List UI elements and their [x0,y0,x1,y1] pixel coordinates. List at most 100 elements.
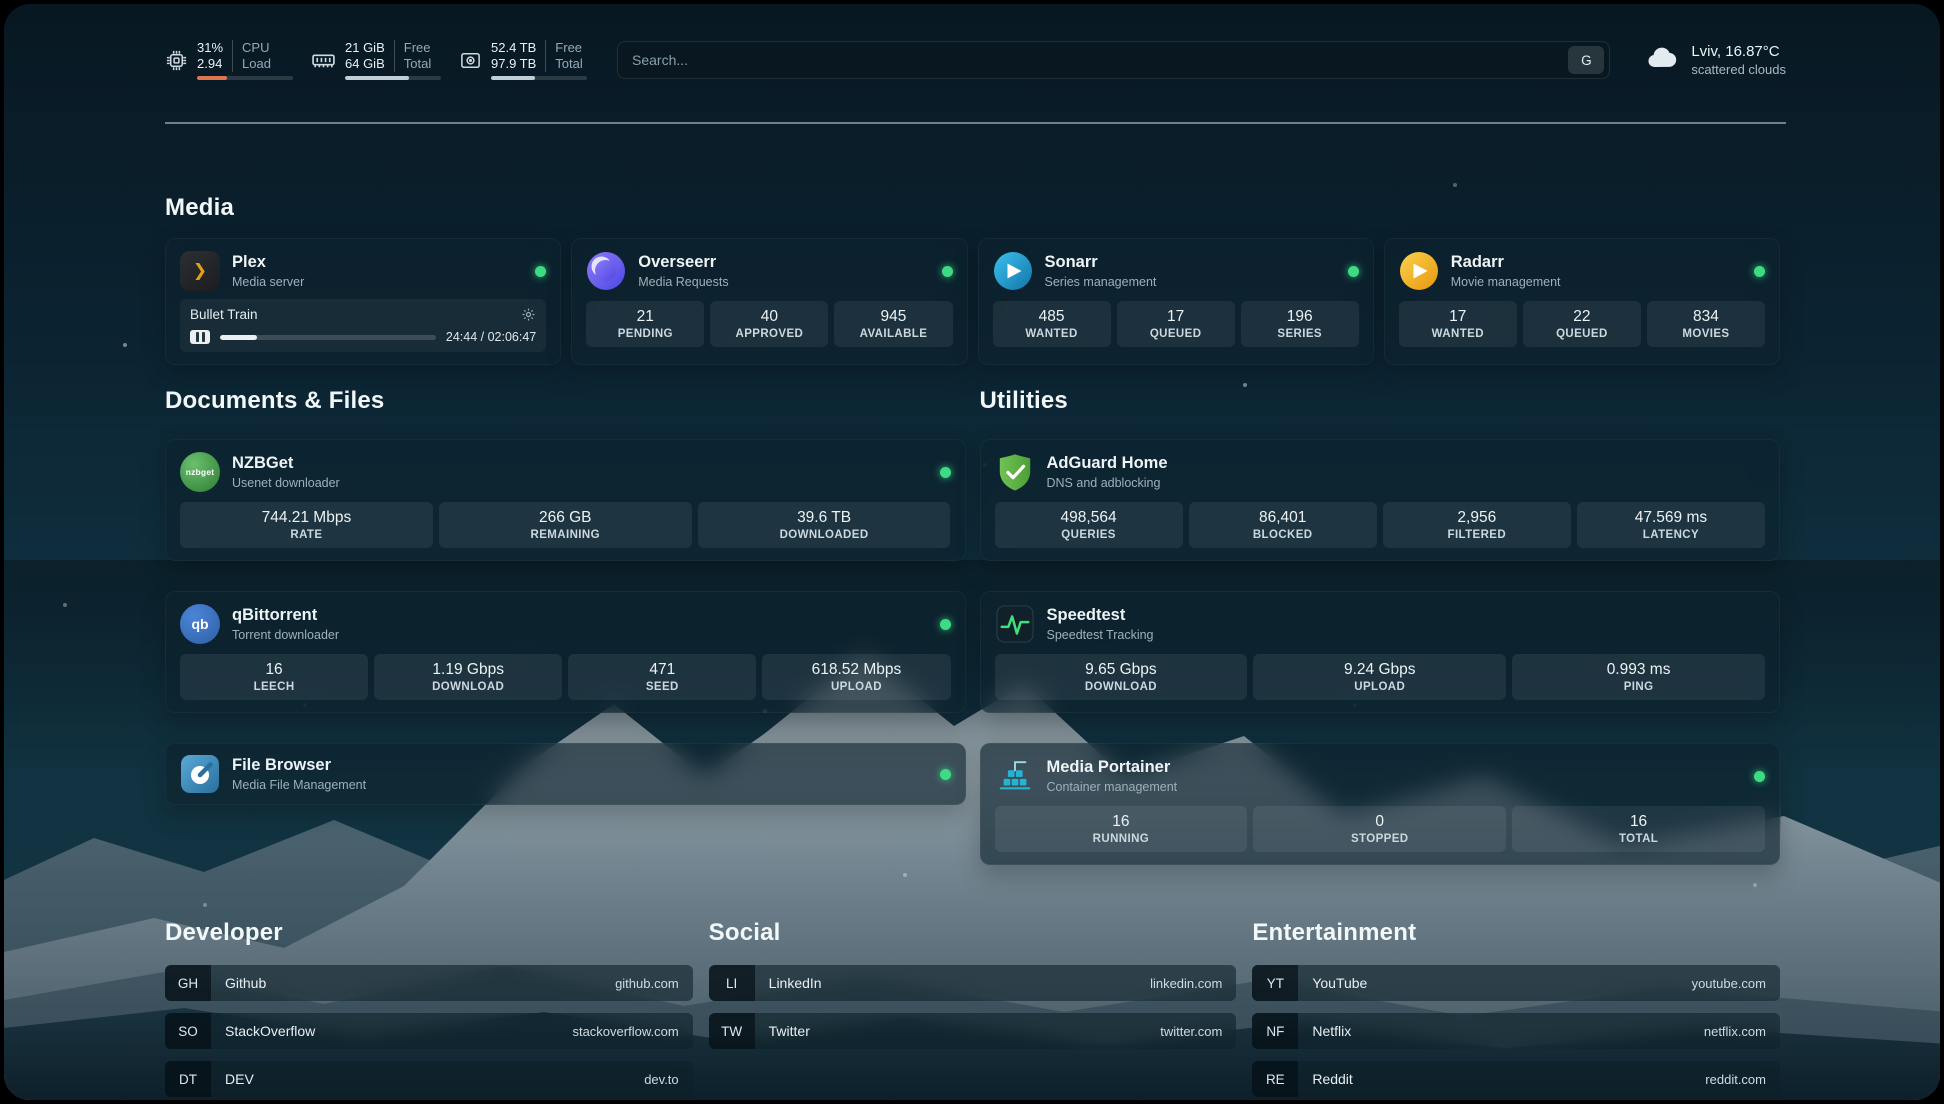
portainer-subtitle: Container management [1047,779,1178,795]
bookmark-abbr: NF [1252,1013,1298,1049]
overseerr-subtitle: Media Requests [638,274,728,290]
bookmark-stackoverflow[interactable]: SO StackOverflow stackoverflow.com [165,1013,693,1049]
stat-tile: 945 AVAILABLE [834,301,952,347]
memory-widget: 21 GiB 64 GiB Free Total [311,40,441,80]
bookmark-twitter[interactable]: TW Twitter twitter.com [709,1013,1237,1049]
bookmark-name: DEV [225,1071,254,1087]
stat-tile: 196 SERIES [1241,301,1359,347]
bookmark-name: Reddit [1312,1071,1352,1087]
bookmark-dev[interactable]: DT DEV dev.to [165,1061,693,1097]
overseerr-header: Overseerr Media Requests [586,251,952,291]
speedtest-icon [995,604,1035,644]
portainer-status-dot [1754,771,1765,782]
plex-now-playing: Bullet Train 24:44 / 0 [180,299,546,352]
pause-icon[interactable] [190,330,210,344]
cloud-icon [1644,40,1680,81]
portainer-header: Media Portainer Container management [995,756,1766,796]
bookmark-name: StackOverflow [225,1023,315,1039]
stat-tile: 9.65 Gbps DOWNLOAD [995,654,1248,700]
stat-tile: 17 WANTED [1399,301,1517,347]
disk-total: 97.9 TB [491,56,536,72]
radarr-subtitle: Movie management [1451,274,1561,290]
plex-status-dot [535,266,546,277]
sonarr-status-dot [1348,266,1359,277]
stat-tile: 266 GB REMAINING [439,502,692,548]
radarr-name: Radarr [1451,252,1561,272]
stat-tile: 0.993 ms PING [1512,654,1765,700]
speedtest-header: Speedtest Speedtest Tracking [995,604,1766,644]
bookmark-reddit[interactable]: RE Reddit reddit.com [1252,1061,1780,1097]
filebrowser-status-dot [940,769,951,780]
bookmark-name: LinkedIn [769,975,822,991]
filebrowser-card[interactable]: File Browser Media File Management [165,743,966,805]
radarr-card[interactable]: Radarr Movie management 17 WANTED 22 QUE… [1384,238,1780,365]
bookmark-abbr: YT [1252,965,1298,1001]
stat-tile: 1.19 Gbps DOWNLOAD [374,654,562,700]
media-grid: ❯ Plex Media server Bullet Train [165,238,1780,365]
nzbget-card[interactable]: nzbget NZBGet Usenet downloader 744.21 M… [165,439,966,561]
playback-progress-fill [220,335,257,340]
qbittorrent-header: qb qBittorrent Torrent downloader [180,604,951,644]
stat-tile: 21 PENDING [586,301,704,347]
snow-specks [4,4,6,6]
nzbget-subtitle: Usenet downloader [232,475,340,491]
disk-bar [491,76,587,80]
section-title-entertainment: Entertainment [1252,919,1780,947]
section-title-documents: Documents & Files [165,387,966,415]
section-title-utilities: Utilities [980,387,1781,415]
bookmark-abbr: DT [165,1061,211,1097]
qbittorrent-icon: qb [180,604,220,644]
stat-tile: 834 MOVIES [1647,301,1765,347]
speedtest-name: Speedtest [1047,605,1154,625]
adguard-name: AdGuard Home [1047,453,1168,473]
search-bar[interactable]: G [617,41,1610,79]
weather-location: Lviv, 16.87°C [1691,42,1786,61]
stat-tile: 39.6 TB DOWNLOADED [698,502,951,548]
disk-label-1: Free [555,40,582,56]
filebrowser-header: File Browser Media File Management [180,754,951,794]
sonarr-card[interactable]: Sonarr Series management 485 WANTED 17 Q… [978,238,1374,365]
radarr-header: Radarr Movie management [1399,251,1765,291]
search-input[interactable] [632,52,1568,68]
dashboard-content: Media ❯ Plex Media server Bullet Train [165,194,1780,1100]
top-bar: 31% 2.94 CPU Load [165,30,1786,90]
adguard-icon [995,452,1035,492]
portainer-name: Media Portainer [1047,757,1178,777]
cpu-label-1: CPU [242,40,271,56]
speedtest-card[interactable]: Speedtest Speedtest Tracking 9.65 Gbps D… [980,591,1781,713]
plex-card[interactable]: ❯ Plex Media server Bullet Train [165,238,561,365]
nzbget-status-dot [940,467,951,478]
section-title-developer: Developer [165,919,693,947]
bookmark-url: github.com [615,976,679,991]
overseerr-name: Overseerr [638,252,728,272]
search-provider-button[interactable]: G [1568,46,1604,74]
weather-widget[interactable]: Lviv, 16.87°C scattered clouds [1644,40,1786,81]
stat-tile: 0 STOPPED [1253,806,1506,852]
playback-progress-track[interactable] [220,335,436,340]
section-title-media: Media [165,194,1780,222]
now-playing-title: Bullet Train [190,307,258,322]
cpu-icon [165,49,188,72]
gear-icon[interactable] [521,307,536,322]
sonarr-name: Sonarr [1045,252,1157,272]
playback-time: 24:44 / 02:06:47 [446,330,536,344]
filebrowser-subtitle: Media File Management [232,777,366,793]
bookmark-github[interactable]: GH Github github.com [165,965,693,1001]
documents-column: Documents & Files nzbget NZBGet Usenet d… [165,387,966,865]
portainer-card[interactable]: Media Portainer Container management 16 … [980,743,1781,865]
adguard-card[interactable]: AdGuard Home DNS and adblocking 498,564 … [980,439,1781,561]
bookmark-youtube[interactable]: YT YouTube youtube.com [1252,965,1780,1001]
overseerr-card[interactable]: Overseerr Media Requests 21 PENDING 40 A… [571,238,967,365]
speedtest-subtitle: Speedtest Tracking [1047,627,1154,643]
bookmark-name: Netflix [1312,1023,1351,1039]
bookmark-netflix[interactable]: NF Netflix netflix.com [1252,1013,1780,1049]
header-divider [165,122,1786,124]
qbittorrent-card[interactable]: qb qBittorrent Torrent downloader 16 LEE… [165,591,966,713]
bookmark-linkedin[interactable]: LI LinkedIn linkedin.com [709,965,1237,1001]
radarr-status-dot [1754,266,1765,277]
bookmark-url: twitter.com [1160,1024,1222,1039]
bookmark-name: Github [225,975,266,991]
nzbget-name: NZBGet [232,453,340,473]
bookmark-abbr: LI [709,965,755,1001]
adguard-subtitle: DNS and adblocking [1047,475,1168,491]
